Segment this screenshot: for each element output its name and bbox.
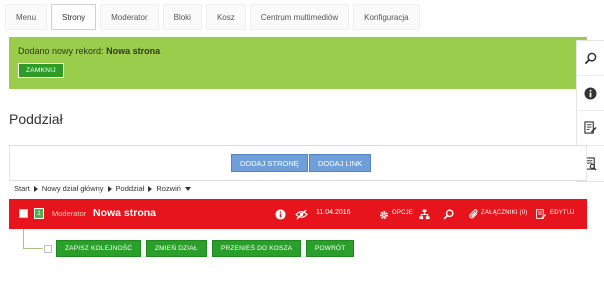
tab-bloki[interactable]: Bloki (162, 4, 202, 30)
main-tabs: Menu Strony Moderator Bloki Kosz Centrum… (5, 4, 420, 30)
gear-icon[interactable] (379, 207, 389, 225)
record-title[interactable]: Nowa strona (93, 207, 156, 219)
tab-menu[interactable]: Menu (5, 4, 48, 30)
breadcrumb-item-subsection[interactable]: Poddział (116, 184, 145, 193)
attachments-label[interactable]: ZAŁĄCZNIKI (0) (481, 210, 527, 216)
tree-connector (23, 248, 43, 249)
add-toolbar: DODAJ STRONĘ DODAJ LINK (9, 145, 587, 181)
search-icon[interactable] (443, 207, 454, 225)
save-order-button[interactable]: ZAPISZ KOLEJNOŚĆ (56, 240, 142, 257)
record-author: Moderator (52, 209, 87, 218)
tab-moderator[interactable]: Moderator (100, 4, 159, 30)
success-alert: Dodano nowy rekord: Nowa strona ZAMKNIJ (9, 37, 587, 89)
edit-document-icon[interactable] (577, 111, 604, 146)
add-link-button[interactable]: DODAJ LINK (309, 154, 372, 172)
edit-document-icon[interactable] (536, 207, 547, 225)
tab-strony[interactable]: Strony (51, 4, 97, 30)
alert-record-name: Nowa strona (106, 46, 161, 56)
chevron-right-icon (148, 185, 153, 192)
change-section-button[interactable]: ZMIEŃ DZIAŁ (146, 240, 207, 257)
breadcrumb-expand[interactable]: Rozwiń (156, 184, 181, 193)
tab-centrum-multimediow[interactable]: Centrum multimediów (249, 4, 350, 30)
chevron-right-icon (33, 185, 38, 192)
record-row: 1 Moderator Nowa strona 11.04.2016 OPCJE… (9, 199, 587, 229)
record-number-badge: 1 (34, 208, 44, 219)
page-title: Poddział (9, 111, 63, 127)
breadcrumb-item-start[interactable]: Start (14, 184, 30, 193)
paperclip-icon[interactable] (469, 207, 479, 225)
chevron-right-icon (107, 185, 112, 192)
breadcrumb-item-main-section[interactable]: Nowy dział główny (42, 184, 104, 193)
tab-konfiguracja[interactable]: Konfiguracja (353, 4, 420, 30)
options-label[interactable]: OPCJE (392, 210, 413, 216)
edit-label[interactable]: EDYTUJ (550, 210, 575, 216)
add-page-button[interactable]: DODAJ STRONĘ (231, 154, 308, 172)
sitemap-icon[interactable] (419, 207, 430, 225)
info-icon[interactable] (275, 207, 286, 225)
search-icon[interactable] (577, 41, 604, 76)
back-button[interactable]: POWRÓT (306, 240, 355, 257)
record-checkbox[interactable] (19, 209, 28, 218)
move-to-trash-button[interactable]: PRZENIEŚ DO KOSZA (212, 240, 302, 257)
alert-message-prefix: Dodano nowy rekord: (18, 46, 104, 56)
breadcrumb: Start Nowy dział główny Poddział Rozwiń (14, 184, 191, 193)
record-date: 11.04.2016 (316, 209, 351, 216)
select-all-checkbox[interactable] (44, 245, 52, 253)
hidden-eye-icon[interactable] (295, 207, 308, 225)
alert-message: Dodano nowy rekord: Nowa strona (18, 46, 160, 56)
chevron-down-icon[interactable] (184, 186, 191, 191)
close-alert-button[interactable]: ZAMKNIJ (18, 63, 64, 78)
info-icon[interactable] (577, 76, 604, 111)
cms-page: Menu Strony Moderator Bloki Kosz Centrum… (0, 0, 604, 307)
tree-connector (23, 229, 24, 249)
tab-kosz[interactable]: Kosz (205, 4, 246, 30)
